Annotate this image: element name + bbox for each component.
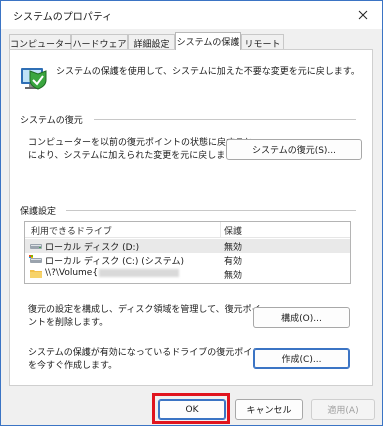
drive-status: 無効 [224,243,243,253]
list-item[interactable]: ローカル ディスク (C:) (システム) 有効 [25,253,350,267]
intro-text: システムの保護を使用して、システムに加えた不要な変更を元に戻します。 [56,67,360,77]
drive-status: 無効 [224,271,243,281]
close-button[interactable] [344,1,382,29]
restore-description-1: コンピューターを以前の復元ポイントの状態に戻すこと [28,138,254,148]
drive-list[interactable]: 利用できるドライブ 保護 ローカル ディスク (D:) 無効 ローカル ディスク… [24,221,351,284]
tab-computer-name[interactable]: コンピューター名 [9,34,82,50]
cancel-button[interactable]: キャンセル [235,399,303,420]
configure-description-2: ントを削除します。 [28,318,109,328]
tab-strip: コンピューター名 ハードウェア 詳細設定 システムの保護 リモート [9,32,375,50]
tab-panel: システムの保護を使用して、システムに加えた不要な変更を元に戻します。 システムの… [9,49,373,386]
section-title-protection: 保護設定 [20,207,57,217]
list-header: 利用できるドライブ 保護 [25,222,350,238]
drive-status: 有効 [224,257,243,267]
drive-name: ローカル ディスク (D:) [45,243,140,253]
system-restore-button[interactable]: システムの復元(S)... [226,139,362,160]
column-header-drive[interactable]: 利用できるドライブ [31,224,112,237]
system-protection-icon [21,68,47,90]
configure-button[interactable]: 構成(O)... [253,307,350,328]
tab-hardware[interactable]: ハードウェア [71,34,128,50]
restore-description-2: により、システムに加えられた変更を元に戻します。 [28,151,243,161]
apply-button[interactable]: 適用(A) [311,399,375,420]
folder-icon [30,270,42,278]
system-drive-icon [29,255,42,263]
system-properties-window: システムのプロパティ コンピューター名 ハードウェア 詳細設定 システムの保護 … [0,0,383,426]
window-title: システムのプロパティ [13,12,113,23]
section-divider [94,119,356,120]
column-header-status[interactable]: 保護 [224,224,242,237]
list-item[interactable]: ローカル ディスク (D:) 無効 [25,239,350,253]
drive-name: ローカル ディスク (C:) (システム) [45,257,185,267]
drive-name: \\?\Volume{ [45,268,180,278]
create-button[interactable]: 作成(C)... [253,348,350,369]
tab-advanced[interactable]: 詳細設定 [128,34,175,50]
section-divider [66,210,356,211]
tab-system-protection[interactable]: システムの保護 [175,32,241,50]
configure-description-1: 復元の設定を構成し、ディスク領域を管理して、復元ポイ [28,305,261,315]
create-description-2: を今すぐ作成します。 [28,361,118,371]
create-description-1: システムの保護が有効になっているドライブの復元ポイント [28,348,271,358]
close-icon [358,10,368,20]
section-title-restore: システムの復元 [20,116,83,126]
tab-remote[interactable]: リモート [241,34,284,50]
drive-icon [30,244,42,249]
redacted-volume-id [99,268,180,277]
title-bar: システムのプロパティ [1,1,382,29]
ok-highlight-box [152,393,230,424]
list-item[interactable]: \\?\Volume{ 無効 [25,267,350,281]
